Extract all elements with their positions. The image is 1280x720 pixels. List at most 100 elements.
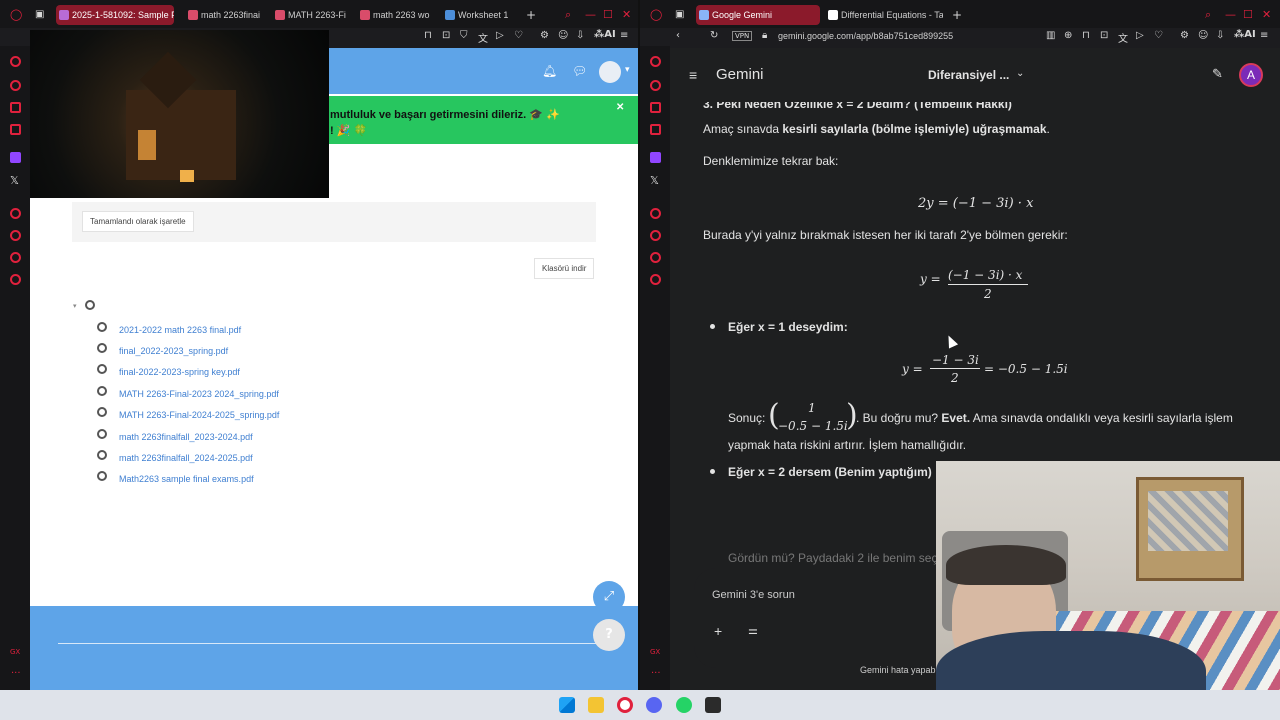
menu-icon[interactable]: ≡ bbox=[1260, 30, 1268, 41]
prompt-input[interactable]: Gemini 3'e sorun bbox=[712, 589, 795, 601]
new-tab-icon[interactable]: + bbox=[526, 8, 536, 22]
opera-gx-icon[interactable] bbox=[617, 697, 633, 713]
more-icon[interactable]: ··· bbox=[651, 668, 661, 679]
tab-sample-final[interactable]: 2025-1-581092: Sample Fi bbox=[56, 5, 174, 25]
sidebar-toggle-icon[interactable]: ▥ bbox=[1046, 30, 1055, 41]
history-icon[interactable] bbox=[650, 230, 661, 241]
tab-math2263-fi[interactable]: MATH 2263-Fi bbox=[272, 5, 347, 25]
sidebar-icon[interactable] bbox=[10, 56, 21, 67]
chevron-down-icon[interactable]: ⌄ bbox=[1016, 68, 1024, 79]
maximize-icon[interactable]: ☐ bbox=[1243, 8, 1253, 21]
sidebar-icon[interactable] bbox=[10, 80, 21, 91]
tab-worksheet1[interactable]: Worksheet 1 bbox=[442, 5, 517, 25]
profile-icon[interactable]: ☺ bbox=[1198, 30, 1208, 41]
opera-logo-icon[interactable]: ◯ bbox=[650, 8, 662, 21]
search-tabs-icon[interactable]: ⌕ bbox=[565, 8, 571, 22]
twitch-icon[interactable] bbox=[650, 152, 661, 163]
file-link[interactable]: math 2263finalfall_2024-2025.pdf bbox=[97, 450, 253, 467]
address-bar[interactable]: gemini.google.com/app/b8ab751ced899255 bbox=[778, 31, 953, 41]
help-icon[interactable]: ? bbox=[593, 619, 625, 651]
more-icon[interactable]: ··· bbox=[11, 668, 21, 679]
opera-logo-icon[interactable]: ◯ bbox=[10, 8, 22, 21]
bookmark-icon[interactable]: ⊓ bbox=[1082, 30, 1090, 41]
mark-done-button[interactable]: Tamamlandı olarak işaretle bbox=[82, 211, 194, 232]
maximize-icon[interactable]: ☐ bbox=[603, 8, 613, 21]
back-icon[interactable]: ‹ bbox=[676, 30, 680, 41]
sidebar-icon[interactable] bbox=[650, 208, 661, 219]
menu-icon[interactable]: ≡ bbox=[620, 30, 628, 41]
bookmark-icon[interactable]: ⊓ bbox=[424, 30, 432, 41]
conversation-title[interactable]: Diferansiyel ... bbox=[928, 68, 1009, 82]
profile-icon[interactable]: ☺ bbox=[558, 30, 568, 41]
x-icon[interactable]: 𝕏 bbox=[650, 174, 659, 187]
search-tabs-icon[interactable]: ⌕ bbox=[1205, 8, 1211, 22]
sidebar-icon[interactable] bbox=[650, 252, 661, 263]
chevron-down-icon[interactable]: ▾ bbox=[625, 65, 630, 75]
avatar[interactable] bbox=[599, 61, 621, 83]
chat-icon[interactable]: 💬︎ bbox=[572, 64, 587, 78]
play-icon[interactable]: ▷ bbox=[1136, 30, 1144, 41]
sidebar-icon[interactable] bbox=[10, 102, 21, 113]
tools-icon[interactable]: ⚌ bbox=[748, 624, 758, 637]
shield-icon[interactable]: ⛉ bbox=[460, 30, 468, 41]
avatar[interactable]: A bbox=[1239, 63, 1263, 87]
sidebar-icon[interactable] bbox=[10, 252, 21, 263]
snapshot-icon[interactable]: ⊡ bbox=[442, 30, 450, 41]
extensions-icon[interactable]: ⚙ bbox=[540, 30, 549, 41]
sidebar-icon[interactable] bbox=[650, 56, 661, 67]
extensions-icon[interactable]: ⚙ bbox=[1180, 30, 1189, 41]
minimize-icon[interactable]: — bbox=[585, 8, 596, 21]
gx-icon[interactable]: GX bbox=[650, 648, 660, 656]
download-folder-button[interactable]: Klasörü indir bbox=[534, 258, 595, 279]
bell-icon[interactable]: 🔔︎ bbox=[542, 64, 557, 78]
tab-google-gemini[interactable]: Google Gemini bbox=[696, 5, 820, 25]
close-window-icon[interactable]: ✕ bbox=[622, 8, 631, 21]
tab-menu-icon[interactable]: ▣ bbox=[35, 9, 44, 20]
zoom-icon[interactable]: ⊕ bbox=[1064, 30, 1072, 41]
whatsapp-icon[interactable] bbox=[676, 697, 692, 713]
minimize-icon[interactable]: — bbox=[1225, 8, 1236, 21]
download-icon[interactable]: ⇩ bbox=[1216, 30, 1224, 41]
tab-math2263-final[interactable]: math 2263finai bbox=[185, 5, 263, 25]
tab-menu-icon[interactable]: ▣ bbox=[675, 9, 684, 20]
sidebar-icon[interactable] bbox=[10, 208, 21, 219]
file-link[interactable]: final-2022-2023-spring key.pdf bbox=[97, 364, 240, 381]
file-link[interactable]: MATH 2263-Final-2024-2025_spring.pdf bbox=[97, 407, 279, 424]
translate-icon[interactable]: 文 bbox=[1118, 30, 1128, 45]
windows-start-icon[interactable] bbox=[559, 697, 575, 713]
sidebar-icon[interactable] bbox=[650, 80, 661, 91]
download-icon[interactable]: ⇩ bbox=[576, 30, 584, 41]
app-icon[interactable] bbox=[705, 697, 721, 713]
vpn-badge[interactable]: VPN bbox=[732, 31, 753, 41]
x-icon[interactable]: 𝕏 bbox=[10, 174, 19, 187]
discord-icon[interactable] bbox=[646, 697, 662, 713]
sidebar-icon[interactable] bbox=[650, 124, 661, 135]
file-link[interactable]: math 2263finalfall_2023-2024.pdf bbox=[97, 429, 253, 446]
close-banner-icon[interactable]: ✕ bbox=[616, 102, 624, 113]
settings-icon[interactable] bbox=[650, 274, 661, 285]
ai-icon[interactable]: ⁂AI bbox=[1234, 29, 1256, 40]
tab-math2263-wo[interactable]: math 2263 wo bbox=[357, 5, 432, 25]
snapshot-icon[interactable]: ⊡ bbox=[1100, 30, 1108, 41]
heart-icon[interactable]: ♡ bbox=[514, 30, 523, 41]
file-link[interactable]: MATH 2263-Final-2023 2024_spring.pdf bbox=[97, 386, 279, 403]
sidebar-icon[interactable] bbox=[10, 124, 21, 135]
collapse-caret-icon[interactable]: ▾ bbox=[73, 302, 77, 310]
new-tab-icon[interactable]: + bbox=[952, 8, 962, 22]
ai-icon[interactable]: ⁂AI bbox=[594, 29, 616, 40]
heart-icon[interactable]: ♡ bbox=[1154, 30, 1163, 41]
new-chat-icon[interactable]: ✎ bbox=[1212, 66, 1223, 82]
settings-icon[interactable] bbox=[10, 274, 21, 285]
gx-icon[interactable]: GX bbox=[10, 648, 20, 656]
sidebar-icon[interactable] bbox=[650, 102, 661, 113]
hamburger-menu-icon[interactable]: ≡ bbox=[689, 67, 697, 83]
file-link[interactable]: final_2022-2023_spring.pdf bbox=[97, 343, 228, 360]
file-link[interactable]: 2021-2022 math 2263 final.pdf bbox=[97, 322, 241, 339]
history-icon[interactable] bbox=[10, 230, 21, 241]
close-window-icon[interactable]: ✕ bbox=[1262, 8, 1271, 21]
twitch-icon[interactable] bbox=[10, 152, 21, 163]
translate-icon[interactable]: 文 bbox=[478, 30, 488, 45]
play-icon[interactable]: ▷ bbox=[496, 30, 504, 41]
file-explorer-icon[interactable] bbox=[588, 697, 604, 713]
file-link[interactable]: Math2263 sample final exams.pdf bbox=[97, 471, 254, 488]
